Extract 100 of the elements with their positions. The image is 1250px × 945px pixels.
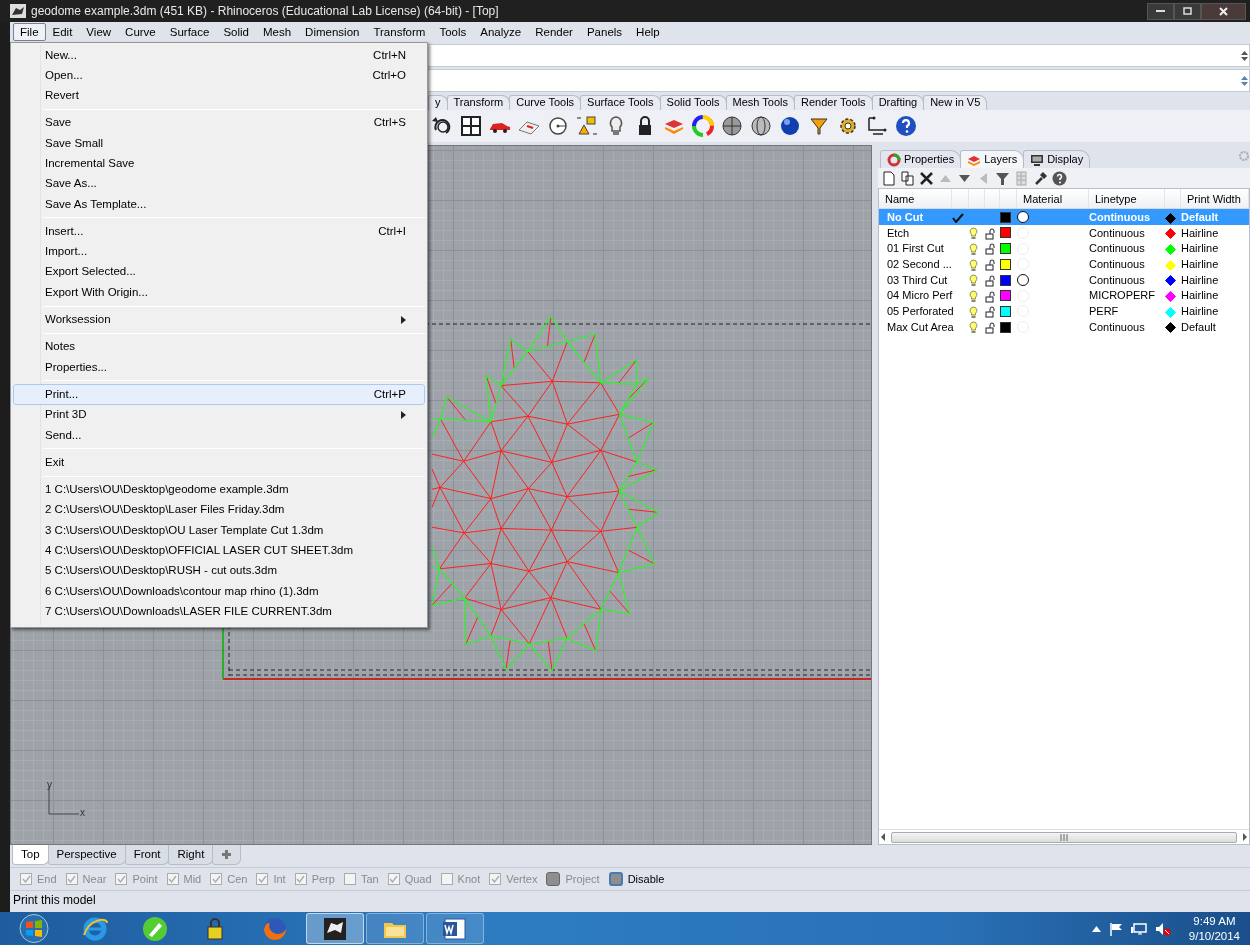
layer-row[interactable]: 01 First Cut Continuous Hairline: [879, 240, 1249, 257]
menu-item[interactable]: Send...: [13, 425, 425, 446]
bulb-icon[interactable]: [969, 227, 978, 241]
color-wheel-icon[interactable]: [691, 114, 715, 138]
color-swatch[interactable]: [1000, 243, 1011, 255]
menu-item[interactable]: Render: [528, 23, 580, 41]
bulb-icon[interactable]: [969, 305, 978, 319]
layer-row[interactable]: 03 Third Cut Continuous Hairline: [879, 271, 1249, 288]
toolbar-tab[interactable]: New in V5: [923, 95, 988, 110]
menu-item[interactable]: 7 C:\Users\OU\Downloads\LASER FILE CURRENT.3dm: [13, 601, 425, 622]
menu-item[interactable]: View: [79, 23, 119, 41]
menu-item[interactable]: 6 C:\Users\OU\Downloads\contour map rhino (1).3dm: [13, 581, 425, 602]
menu-item[interactable]: Export Selected...: [13, 261, 425, 283]
bulb-icon[interactable]: [969, 258, 978, 272]
toolbar-tab[interactable]: Curve Tools: [509, 95, 582, 110]
toolbar-tab[interactable]: y: [428, 95, 448, 110]
hammer-icon[interactable]: [1033, 170, 1048, 186]
color-swatch[interactable]: [1000, 305, 1011, 317]
minimize-button[interactable]: [1147, 2, 1174, 20]
toolbar-tab[interactable]: Transform: [446, 95, 511, 110]
unlocked-icon[interactable]: [985, 290, 996, 303]
menu-item[interactable]: Save Small: [13, 133, 425, 154]
menu-item[interactable]: 2 C:\Users\OU\Desktop\Laser Files Friday.3dm: [13, 499, 425, 521]
clock[interactable]: 9:49 AM 9/10/2014: [1188, 913, 1240, 944]
network-icon[interactable]: [1130, 921, 1147, 936]
unlocked-icon[interactable]: [985, 243, 996, 256]
menu-item[interactable]: Surface: [162, 23, 217, 41]
menu-item[interactable]: Edit: [45, 23, 80, 41]
taskbar-button[interactable]: [426, 913, 484, 944]
scroll-right-icon[interactable]: [1241, 832, 1249, 842]
toolbar-tab[interactable]: Drafting: [871, 95, 925, 110]
bulb-icon[interactable]: [969, 242, 978, 256]
menu-item[interactable]: 4 C:\Users\OU\Desktop\OFFICIAL LASER CUT SHEET.3dm: [13, 540, 425, 561]
print-color-swatch[interactable]: [1165, 212, 1176, 224]
menu-item[interactable]: Tools: [432, 23, 474, 41]
color-swatch[interactable]: [1000, 227, 1011, 239]
color-swatch[interactable]: [1000, 274, 1011, 286]
bulb-icon[interactable]: [969, 321, 978, 335]
menu-item[interactable]: Export With Origin...: [13, 282, 425, 303]
toolbar-tab[interactable]: Render Tools: [794, 95, 873, 110]
help-icon[interactable]: [1052, 170, 1067, 186]
menu-item[interactable]: Revert: [13, 85, 425, 106]
filter-icon[interactable]: [995, 170, 1010, 186]
color-swatch[interactable]: [1000, 211, 1011, 223]
menu-item[interactable]: File: [13, 23, 46, 41]
page-icon[interactable]: [881, 170, 896, 186]
menu-item[interactable]: New... Ctrl+N: [13, 45, 425, 66]
horizontal-scrollbar[interactable]: [879, 829, 1249, 844]
unlocked-icon[interactable]: [985, 306, 996, 319]
toolbar-tab[interactable]: Solid Tools: [659, 95, 727, 110]
menu-item[interactable]: Insert... Ctrl+I: [13, 221, 425, 242]
layer-row[interactable]: Etch Continuous Hairline: [879, 224, 1249, 241]
print-color-swatch[interactable]: [1165, 228, 1176, 240]
menu-item[interactable]: Open... Ctrl+O: [13, 65, 425, 86]
circle-point-icon[interactable]: [546, 114, 570, 138]
panel-tab[interactable]: Properties: [880, 150, 962, 168]
menu-item[interactable]: Print 3D: [13, 404, 425, 426]
layer-row[interactable]: 04 Micro Perf MICROPERF Hairline: [879, 287, 1249, 304]
panel-tab[interactable]: Display: [1023, 150, 1091, 168]
color-swatch[interactable]: [1000, 258, 1011, 270]
toolbar-tab[interactable]: Mesh Tools: [725, 95, 795, 110]
show-hidden-icons-icon[interactable]: [1091, 925, 1101, 932]
unlocked-icon[interactable]: [985, 274, 996, 287]
unlocked-icon[interactable]: [985, 227, 996, 240]
print-color-swatch[interactable]: [1165, 322, 1176, 334]
menu-item[interactable]: Print... Ctrl+P: [13, 384, 425, 405]
menu-item[interactable]: 3 C:\Users\OU\Desktop\OU Laser Template Cut 1.3dm: [13, 520, 425, 541]
scroll-arrows-icon[interactable]: [1240, 74, 1248, 87]
unlocked-icon[interactable]: [985, 321, 996, 334]
menu-item[interactable]: Notes: [13, 336, 425, 358]
menu-item[interactable]: Incremental Save: [13, 153, 425, 174]
scrollbar-thumb[interactable]: [891, 831, 1237, 843]
menu-item[interactable]: Analyze: [473, 23, 529, 41]
copy-icon[interactable]: [900, 170, 915, 186]
scroll-left-icon[interactable]: [879, 832, 887, 842]
delete-icon[interactable]: [919, 170, 934, 186]
maximize-button[interactable]: [1174, 2, 1201, 20]
menu-item[interactable]: Properties...: [13, 357, 425, 378]
menu-item[interactable]: Solid: [216, 23, 256, 41]
menu-item[interactable]: Help: [629, 23, 667, 41]
viewport-tab[interactable]: Top: [12, 845, 49, 866]
layer-row[interactable]: 05 Perforated PERF Hairline: [879, 303, 1249, 319]
toggle-button[interactable]: [608, 872, 623, 886]
print-color-swatch[interactable]: [1165, 275, 1176, 287]
layer-row[interactable]: 02 Second ... Continuous Hairline: [879, 256, 1249, 272]
taskbar-button[interactable]: [306, 913, 364, 944]
toolbar-tab[interactable]: Surface Tools: [580, 95, 661, 110]
menu-item[interactable]: Panels: [579, 23, 630, 41]
viewport-tab[interactable]: Perspective: [47, 845, 126, 866]
menu-item[interactable]: Exit: [13, 452, 425, 473]
viewport-tab[interactable]: Right: [168, 845, 214, 866]
menu-item[interactable]: Save As Template...: [13, 194, 425, 215]
menu-item[interactable]: 1 C:\Users\OU\Desktop\geodome example.3dm: [13, 479, 425, 500]
color-swatch[interactable]: [1000, 290, 1011, 302]
close-button[interactable]: [1201, 2, 1246, 20]
menu-item[interactable]: Dimension: [298, 23, 367, 41]
flag-icon[interactable]: [1108, 921, 1123, 936]
menu-item[interactable]: Mesh: [256, 23, 299, 41]
scroll-arrows-icon[interactable]: [1240, 49, 1248, 62]
speaker-muted-icon[interactable]: [1154, 921, 1171, 936]
